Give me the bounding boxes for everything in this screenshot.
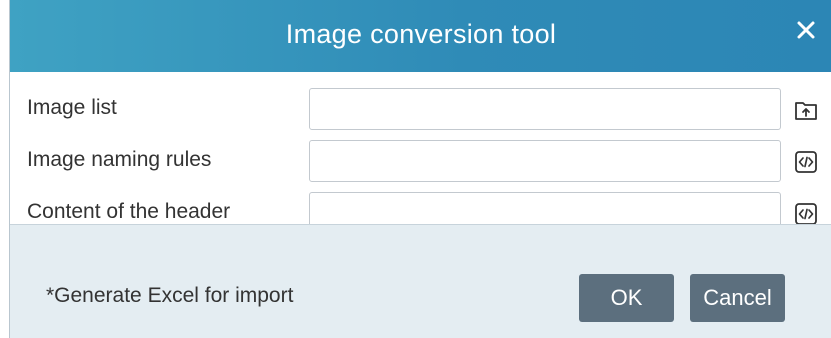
cancel-button[interactable]: Cancel (690, 274, 785, 322)
image-conversion-dialog: Image conversion tool Image list Image n… (9, 0, 831, 338)
content-of-header-label: Content of the header (27, 200, 231, 223)
dialog-title: Image conversion tool (285, 19, 557, 49)
generate-excel-note: *Generate Excel for import (46, 284, 294, 307)
close-icon[interactable] (794, 18, 818, 42)
dialog-body: Image list Image naming rules Content of… (10, 72, 831, 234)
image-list-label: Image list (27, 96, 117, 119)
image-naming-rules-row: Image naming rules (10, 138, 831, 182)
code-icon[interactable] (794, 202, 818, 226)
dialog-footer: *Generate Excel for import OK Cancel (10, 224, 831, 338)
image-list-row: Image list (10, 86, 831, 130)
code-icon[interactable] (794, 150, 818, 174)
image-naming-rules-input[interactable] (309, 140, 781, 182)
image-list-input[interactable] (309, 88, 781, 130)
dialog-titlebar: Image conversion tool (10, 0, 831, 72)
ok-button[interactable]: OK (579, 274, 674, 322)
image-naming-rules-label: Image naming rules (27, 148, 212, 171)
folder-upload-icon[interactable] (794, 98, 818, 122)
